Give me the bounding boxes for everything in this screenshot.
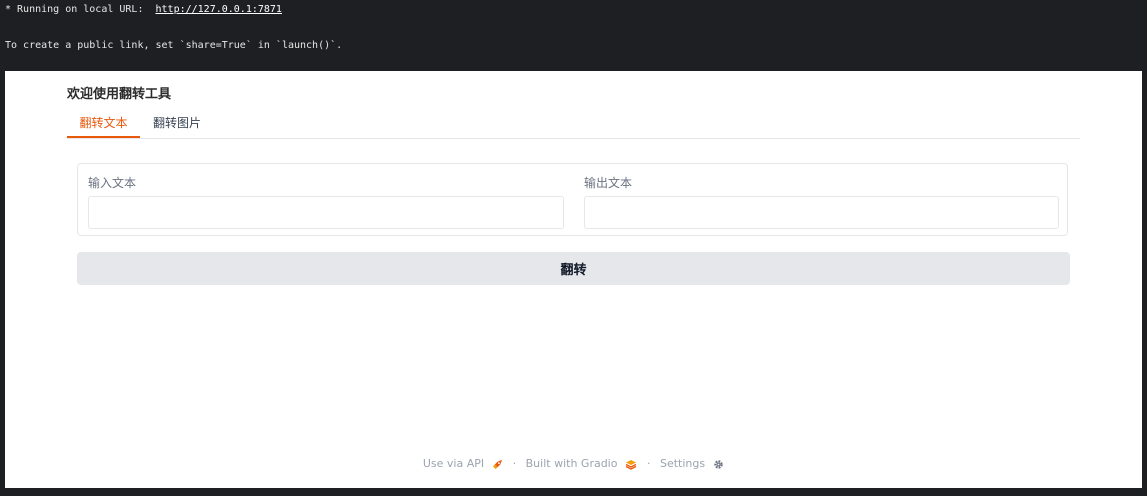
flip-button[interactable]: 翻转 [77, 252, 1070, 285]
footer-separator: · [512, 457, 517, 470]
tab-bar: 翻转文本 翻转图片 [67, 112, 1080, 139]
gear-icon [713, 457, 724, 470]
io-panel: 输入文本 输出文本 [77, 163, 1068, 236]
tab-flip-image[interactable]: 翻转图片 [153, 112, 201, 138]
input-text-field[interactable] [88, 196, 564, 229]
local-url-link[interactable]: http://127.0.0.1:7871 [156, 4, 282, 15]
use-via-api-label: Use via API [422, 457, 485, 470]
built-with-gradio-link[interactable]: Built with Gradio [526, 457, 638, 470]
use-via-api-link[interactable]: Use via API [423, 457, 503, 470]
footer-separator: · [646, 457, 651, 470]
tab-flip-text[interactable]: 翻转文本 [67, 112, 140, 138]
settings-label: Settings [659, 457, 706, 470]
input-text-label: 输入文本 [88, 176, 137, 190]
output-text-field[interactable] [584, 196, 1059, 229]
terminal-line-share: To create a public link, set `share=True… [5, 40, 343, 51]
settings-link[interactable]: Settings [660, 457, 724, 470]
terminal-output: * Running on local URL: http://127.0.0.1… [0, 0, 1147, 71]
gradio-logo-icon [625, 457, 637, 470]
footer: Use via API · Built with Gradio · Settin… [5, 457, 1142, 470]
output-text-label: 输出文本 [584, 176, 633, 190]
gradio-app: 欢迎使用翻转工具 翻转文本 翻转图片 输入文本 输出文本 翻转 Use via … [5, 71, 1142, 488]
built-with-gradio-label: Built with Gradio [525, 457, 618, 470]
page-title: 欢迎使用翻转工具 [67, 87, 172, 102]
terminal-line-running: * Running on local URL: http://127.0.0.1… [5, 4, 282, 15]
rocket-icon [492, 457, 503, 470]
